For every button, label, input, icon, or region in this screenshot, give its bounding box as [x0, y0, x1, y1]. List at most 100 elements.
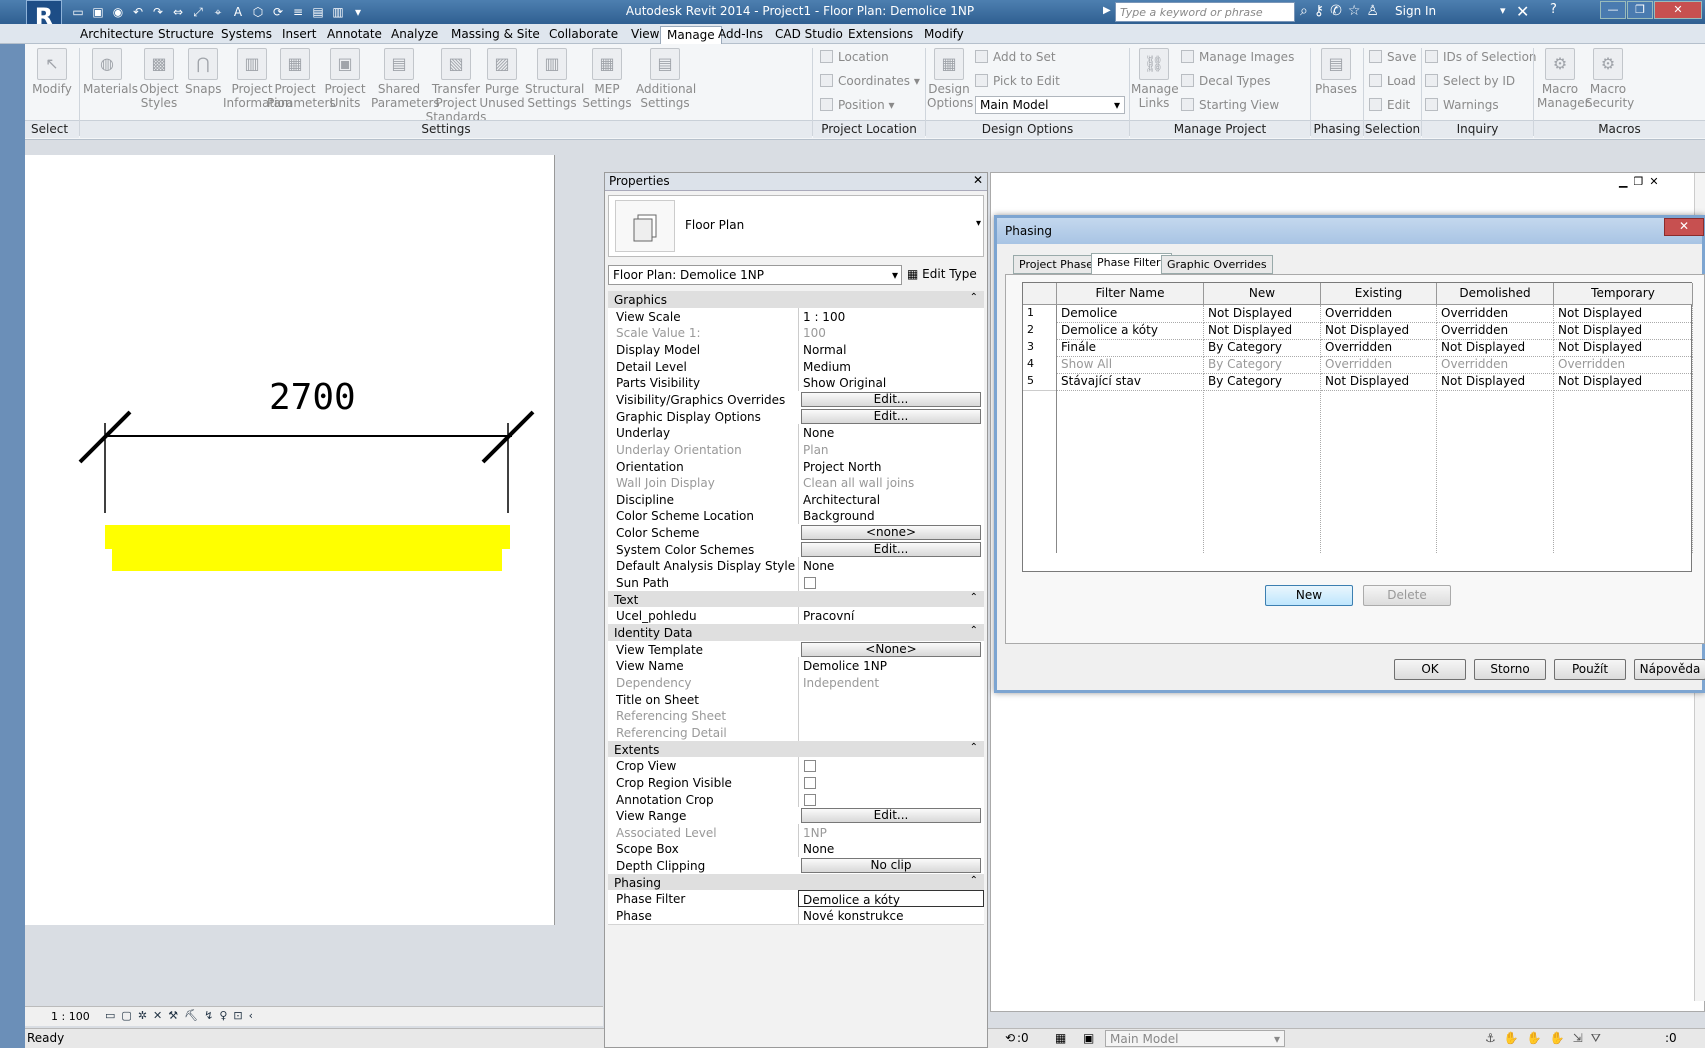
property-edit-button[interactable]: <None> [801, 641, 981, 657]
communication-icon[interactable]: ✆ [1330, 3, 1342, 19]
property-value[interactable]: None [798, 424, 984, 442]
property-value[interactable]: Medium [798, 357, 984, 375]
property-value[interactable]: None [798, 557, 984, 575]
binoculars-icon[interactable]: ⌕ [1300, 3, 1308, 19]
warnings-button[interactable]: Warnings [1425, 98, 1499, 112]
crop-view-icon[interactable]: ⚒ [168, 1009, 178, 1022]
tab-add-ins[interactable]: Add-Ins [712, 26, 769, 42]
sign-in-button[interactable]: Sign In [1395, 4, 1436, 18]
undo-icon[interactable]: ↶ [130, 4, 146, 20]
table-cell-demolished[interactable]: Overridden [1437, 322, 1554, 340]
3d-view-icon[interactable]: ⬡ [250, 4, 266, 20]
row-number[interactable]: 1 [1023, 305, 1057, 323]
save-icon[interactable]: ▣ [90, 4, 106, 20]
panel-select[interactable]: Select [25, 120, 79, 138]
drawing-canvas[interactable]: 2700 [25, 155, 555, 925]
property-edit-button[interactable]: Edit... [801, 391, 981, 407]
favorites-icon[interactable]: ☆ [1348, 3, 1361, 19]
table-cell-new[interactable]: By Category [1204, 339, 1321, 357]
text-icon[interactable]: A [230, 4, 246, 20]
manage-links-button[interactable]: ⛓ Manage Links [1131, 48, 1179, 110]
table-cell-demolished[interactable]: Not Displayed [1437, 373, 1554, 391]
row-number[interactable]: 4 [1023, 356, 1057, 374]
decal-types-button[interactable]: Decal Types [1181, 74, 1271, 88]
close-hidden-icon[interactable]: ▤ [310, 4, 326, 20]
column-header[interactable]: Demolished [1437, 283, 1554, 305]
tab-massing-site[interactable]: Massing & Site [445, 26, 546, 42]
search-input[interactable]: Type a keyword or phrase [1115, 2, 1295, 22]
row-number[interactable]: 3 [1023, 339, 1057, 357]
row-number[interactable]: 2 [1023, 322, 1057, 340]
property-edit-button[interactable]: Edit... [801, 541, 981, 557]
location-button[interactable]: Location [820, 50, 889, 64]
worksharing-icon[interactable]: ⊡ [233, 1009, 242, 1022]
property-edit-button[interactable]: No clip [801, 858, 981, 874]
table-cell-demolished[interactable]: Not Displayed [1437, 339, 1554, 357]
type-selector[interactable]: Floor Plan ▾ [608, 195, 984, 257]
property-value[interactable]: Normal [798, 340, 984, 358]
property-checkbox[interactable] [804, 776, 816, 789]
group-phasing[interactable]: Phasing ⌃ [608, 873, 984, 892]
property-checkbox[interactable] [804, 577, 816, 590]
table-cell-name[interactable]: Demolice [1057, 305, 1204, 323]
column-header[interactable]: New [1204, 283, 1321, 305]
table-cell-temporary[interactable]: Not Displayed [1554, 322, 1693, 340]
property-value[interactable]: Demolice 1NP [798, 657, 984, 675]
table-cell-new[interactable]: By Category [1204, 373, 1321, 391]
object-styles-button[interactable]: ▩ Object Styles [135, 48, 183, 110]
tab-insert[interactable]: Insert [276, 26, 322, 42]
position-button[interactable]: Position ▾ [820, 98, 895, 112]
temp-hide-icon[interactable]: ↯ [204, 1009, 213, 1022]
project-units-button[interactable]: ▣ Project Units [321, 48, 369, 110]
select-links-icon[interactable]: ⚓ [1485, 1031, 1496, 1046]
view-restore-icon[interactable]: ❐ [1633, 175, 1643, 188]
property-value[interactable]: None [798, 840, 984, 858]
design-options-status-icon[interactable]: ▣ [1083, 1031, 1094, 1045]
tab-collaborate[interactable]: Collaborate [543, 26, 624, 42]
measure-icon[interactable]: ⇔ [170, 4, 186, 20]
reveal-hidden-icon[interactable]: ♀ [219, 1009, 227, 1022]
materials-button[interactable]: ◍ Materials [83, 48, 138, 96]
redo-icon[interactable]: ↷ [150, 4, 166, 20]
shadows-icon[interactable]: ✕ [153, 1009, 162, 1022]
property-value[interactable]: Background [798, 507, 984, 525]
group-identity[interactable]: Identity Data ⌃ [608, 624, 984, 642]
section-icon[interactable]: ⟳ [270, 4, 286, 20]
ok-button[interactable]: OK [1394, 659, 1466, 680]
user-icon[interactable]: ♙ [1366, 3, 1379, 19]
group-extents[interactable]: Extents ⌃ [608, 740, 984, 759]
property-value[interactable]: Nové konstrukce [798, 907, 984, 925]
select-pinned-icon[interactable]: ✋ [1527, 1031, 1542, 1046]
select-underlay-icon[interactable]: ✋ [1504, 1031, 1519, 1046]
table-cell-existing[interactable]: Overridden [1321, 305, 1437, 323]
sun-path-icon[interactable]: ✲ [138, 1009, 147, 1022]
delete-filter-button[interactable]: Delete [1363, 585, 1451, 606]
mep-settings-button[interactable]: ▦ MEP Settings [580, 48, 634, 110]
table-cell-temporary[interactable]: Not Displayed [1554, 373, 1693, 391]
filter-icon[interactable]: ⛛ [1591, 1031, 1601, 1046]
row-number[interactable]: 5 [1023, 373, 1057, 391]
property-value[interactable] [798, 690, 984, 708]
table-cell-name[interactable]: Stávající stav [1057, 373, 1204, 391]
close-icon[interactable]: ✕ [973, 173, 983, 187]
sign-in-dropdown-icon[interactable]: ▾ [1500, 4, 1506, 17]
column-header[interactable]: Filter Name [1057, 283, 1204, 305]
crop-region-icon[interactable]: ⛏ [184, 1009, 198, 1022]
thin-lines-icon[interactable]: ≡ [290, 4, 306, 20]
subscription-icon[interactable]: ⚷ [1314, 3, 1324, 19]
pick-to-edit-button[interactable]: Pick to Edit [975, 74, 1060, 88]
table-cell-existing[interactable]: Overridden [1321, 339, 1437, 357]
property-edit-button[interactable]: Edit... [801, 408, 981, 424]
macro-security-button[interactable]: ⚙ Macro Security [1585, 48, 1634, 110]
design-options-button[interactable]: ▦ Design Options [927, 48, 973, 110]
editable-only-icon[interactable]: ▦ [1055, 1031, 1066, 1045]
purge-unused-button[interactable]: ▨ Purge Unused [478, 48, 526, 110]
table-cell-demolished[interactable]: Overridden [1437, 305, 1554, 323]
table-cell-temporary[interactable]: Not Displayed [1554, 305, 1693, 323]
cancel-button[interactable]: Storno [1474, 659, 1546, 680]
help-button[interactable]: Nápověda [1634, 659, 1705, 680]
instance-selector[interactable]: Floor Plan: Demolice 1NP ▾ [608, 265, 902, 285]
tab-modify[interactable]: Modify [918, 26, 970, 42]
close-button[interactable]: ✕ [1654, 1, 1702, 19]
sync-icon[interactable]: ◉ [110, 4, 126, 20]
